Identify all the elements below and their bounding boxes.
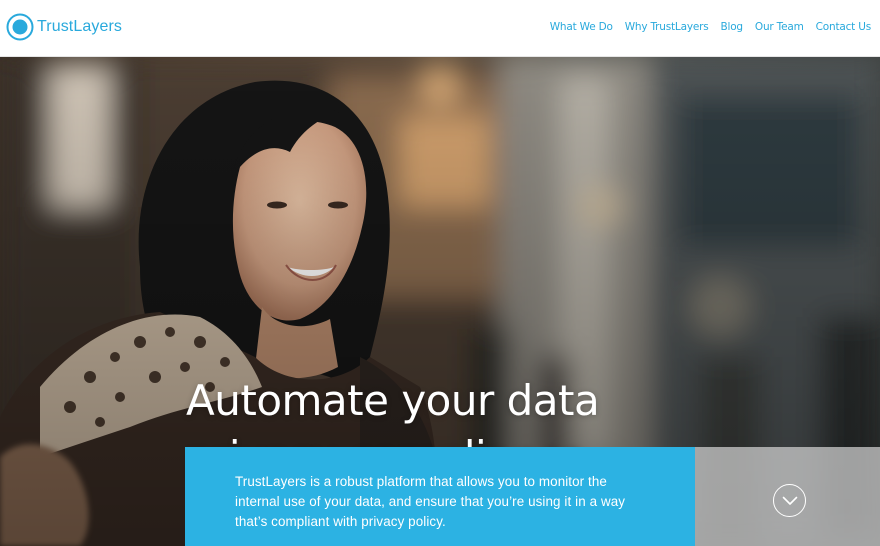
nav-link-blog[interactable]: Blog [720,21,743,33]
hero-headline-line-1: Automate your data [186,376,600,425]
nav-link-contact-us[interactable]: Contact Us [816,21,872,33]
main-nav: What We Do Why TrustLayers Blog Our Team… [550,21,871,33]
scroll-down-button[interactable] [773,484,806,517]
nav-link-our-team[interactable]: Our Team [755,21,804,33]
chevron-down-icon [782,496,797,505]
scroll-down-panel [695,447,880,546]
brand-logo[interactable]: TrustLayers [6,12,122,42]
nav-link-why-trustlayers[interactable]: Why TrustLayers [625,21,709,33]
hero-description-box: TrustLayers is a robust platform that al… [185,447,695,546]
brand-name: TrustLayers [37,18,122,35]
hero-description: TrustLayers is a robust platform that al… [235,474,626,529]
nav-link-what-we-do[interactable]: What We Do [550,21,613,33]
concentric-circle-icon [6,13,34,41]
site-header: TrustLayers What We Do Why TrustLayers B… [0,0,880,57]
